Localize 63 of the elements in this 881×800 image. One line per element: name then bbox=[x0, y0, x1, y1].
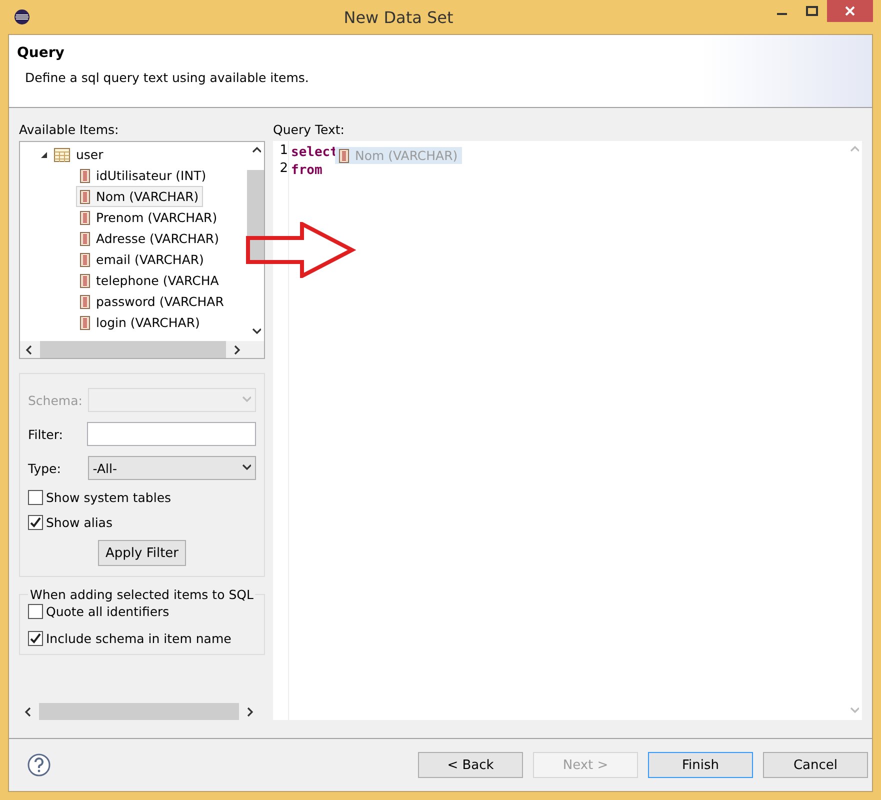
column-icon bbox=[80, 252, 90, 266]
expand-icon[interactable] bbox=[40, 150, 48, 158]
tree-item[interactable]: login (VARCHAR) bbox=[76, 312, 204, 333]
scroll-right-icon bbox=[245, 706, 255, 716]
dropdown-caret-icon bbox=[241, 463, 251, 473]
dropdown-caret-icon bbox=[241, 395, 251, 405]
tree-item[interactable]: Prenom (VARCHAR) bbox=[76, 207, 222, 228]
column-icon bbox=[80, 316, 90, 330]
page-description: Define a sql query text using available items. bbox=[24, 70, 310, 85]
type-dropdown[interactable]: -All- bbox=[88, 456, 256, 480]
tree-item[interactable]: user bbox=[36, 144, 108, 165]
wizard-button[interactable]: Finish bbox=[648, 752, 753, 778]
checkbox[interactable] bbox=[28, 631, 43, 646]
column-icon bbox=[339, 148, 349, 162]
query-editor[interactable]: 1 2 select from Nom (VARCHAR) bbox=[273, 141, 862, 720]
scroll-down-icon bbox=[848, 706, 858, 716]
column-icon bbox=[80, 168, 90, 182]
checkbox[interactable] bbox=[28, 490, 43, 505]
sql-keyword: select bbox=[291, 144, 338, 160]
line-number: 1 bbox=[278, 143, 288, 160]
available-items-label: Available Items: bbox=[19, 122, 120, 137]
horizontal-scrollbar[interactable] bbox=[20, 341, 264, 358]
close-button[interactable] bbox=[827, 0, 873, 22]
column-icon bbox=[80, 274, 90, 288]
checkbox-label: Quote all identifiers bbox=[46, 604, 170, 619]
group-title: When adding selected items to SQL bbox=[29, 587, 254, 602]
tree-item[interactable]: telephone (VARCHA bbox=[76, 270, 223, 291]
checkbox-label: Include schema in item name bbox=[46, 631, 232, 646]
column-icon bbox=[80, 210, 90, 224]
maximize-icon[interactable] bbox=[806, 6, 818, 16]
tree-item[interactable]: Adresse (VARCHAR) bbox=[76, 228, 223, 249]
scroll-down-icon bbox=[250, 327, 260, 337]
line-number: 2 bbox=[278, 161, 288, 178]
filter-label: Filter: bbox=[28, 426, 63, 442]
scroll-left-icon bbox=[23, 706, 33, 716]
help-icon[interactable] bbox=[27, 753, 51, 777]
column-icon bbox=[80, 232, 90, 246]
checkbox[interactable] bbox=[28, 604, 43, 619]
wizard-button[interactable]: Cancel bbox=[763, 752, 868, 778]
checkbox-label: Show system tables bbox=[46, 490, 172, 505]
tree-item[interactable]: idUtilisateur (INT) bbox=[76, 165, 210, 186]
column-icon bbox=[80, 190, 90, 204]
type-label: Type: bbox=[28, 460, 61, 476]
filter-field[interactable] bbox=[87, 422, 256, 446]
window-title: New Data Set bbox=[342, 8, 454, 26]
sql-keyword: from bbox=[291, 162, 322, 178]
tree-item-label: user bbox=[76, 147, 104, 162]
scroll-right-icon bbox=[232, 344, 242, 354]
table-icon bbox=[54, 148, 70, 162]
close-icon bbox=[845, 6, 855, 16]
schema-label: Schema: bbox=[28, 392, 82, 408]
app-icon bbox=[14, 9, 30, 25]
query-text-label: Query Text: bbox=[273, 122, 346, 137]
checkbox[interactable] bbox=[28, 515, 43, 530]
scroll-left-icon bbox=[24, 344, 34, 354]
tree-item[interactable]: Nom (VARCHAR) bbox=[76, 186, 203, 207]
column-icon bbox=[80, 294, 90, 308]
tree-item[interactable]: email (VARCHAR) bbox=[76, 249, 208, 270]
page-title: Query bbox=[17, 45, 66, 61]
wizard-button[interactable]: < Back bbox=[418, 752, 523, 778]
checkbox-label: Show alias bbox=[46, 515, 112, 530]
apply-filter-button[interactable]: Apply Filter bbox=[98, 540, 186, 566]
tree-item[interactable]: password (VARCHAR bbox=[76, 291, 228, 312]
